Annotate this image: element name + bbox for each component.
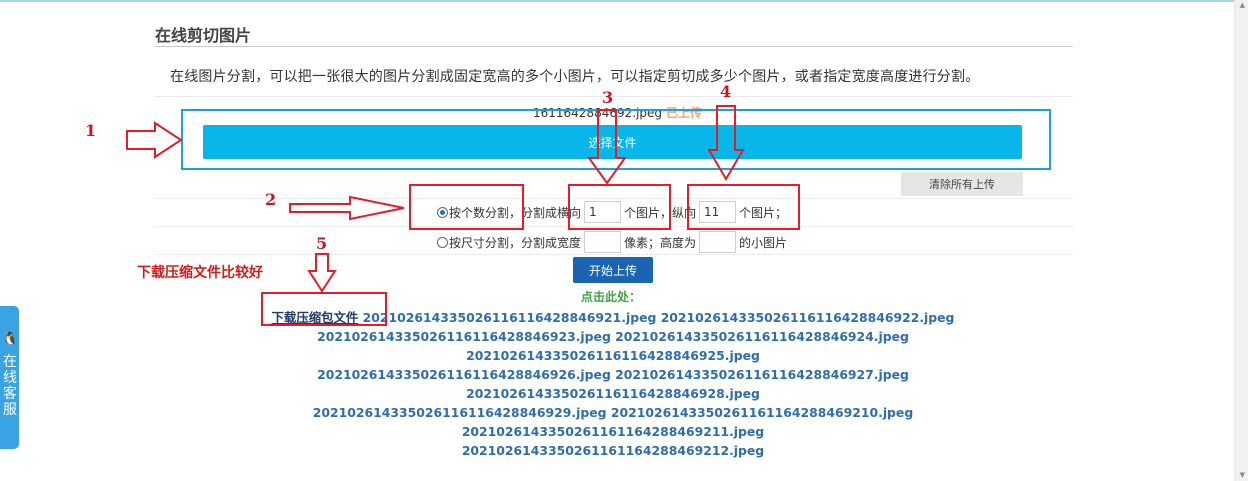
annotation-number-2: 2 (265, 190, 277, 209)
annotation-arrow-1 (126, 121, 183, 159)
annotation-arrow-4 (707, 105, 745, 181)
annotation-arrow-2 (289, 195, 405, 221)
annotation-number-3: 3 (602, 88, 614, 107)
annotation-note: 下载压缩文件比较好 (137, 265, 263, 281)
annotation-number-5: 5 (316, 234, 328, 253)
annotation-number-4: 4 (720, 82, 732, 101)
annotation-number-1: 1 (85, 121, 97, 140)
annotation-arrow-5 (307, 253, 337, 293)
annotation-arrows (126, 105, 745, 293)
annotation-arrow-3 (587, 109, 627, 185)
